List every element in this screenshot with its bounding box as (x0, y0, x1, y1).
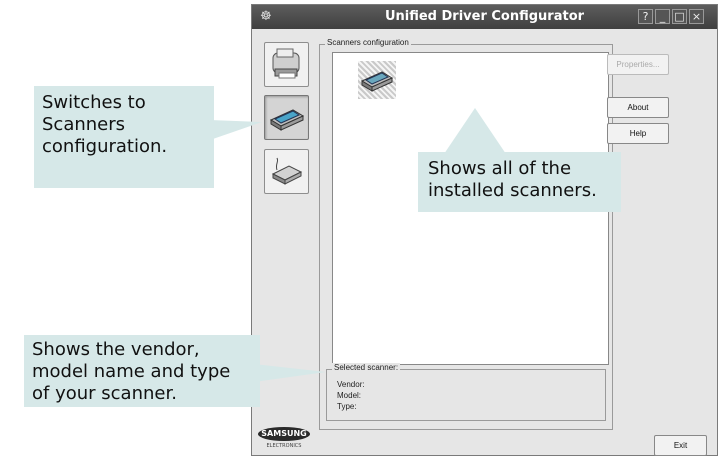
help-window-button[interactable]: ? (638, 9, 653, 24)
close-button[interactable]: × (689, 9, 704, 24)
exit-button[interactable]: Exit (654, 435, 707, 456)
sidebar-item-scanners[interactable] (264, 95, 309, 140)
vendor-label: Vendor: (337, 380, 365, 389)
logo-brand: SAMSUNG (258, 427, 310, 441)
info-callout-pointer (254, 364, 326, 382)
logo-sub: ELECTRONICS (266, 443, 302, 449)
callout-line: Scanners (42, 114, 126, 135)
title-bar: ☸ Unified Driver Configurator ? _ □ × (252, 5, 717, 29)
main-window: ☸ Unified Driver Configurator ? _ □ × Sc… (251, 4, 718, 456)
callout-line: configuration. (42, 136, 168, 157)
port-icon (271, 157, 303, 185)
list-callout-pointer (444, 108, 506, 154)
scanner-icon (360, 71, 394, 92)
selected-scanner-legend: Selected scanner: (332, 363, 401, 372)
callout-line: installed scanners. (428, 180, 597, 201)
info-callout: Shows the vendor, model name and type of… (24, 335, 260, 407)
selected-scanner-group: Selected scanner: Vendor: Model: Type: (326, 363, 606, 421)
callout-line: Switches to (42, 92, 146, 113)
callout-line: of your scanner. (32, 383, 177, 404)
sidebar-callout-pointer (210, 120, 262, 140)
callout-line: Shows all of the (428, 158, 572, 179)
sidebar-item-ports[interactable] (264, 149, 309, 194)
minimize-button[interactable]: _ (655, 9, 670, 24)
samsung-logo: SAMSUNG ELECTRONICS (258, 427, 310, 454)
maximize-button[interactable]: □ (672, 9, 687, 24)
callout-line: Shows the vendor, (32, 339, 200, 360)
type-label: Type: (337, 402, 357, 411)
scanner-icon (269, 109, 305, 131)
about-button[interactable]: About (607, 97, 669, 118)
help-button[interactable]: Help (607, 123, 669, 144)
sidebar-callout: Switches to Scanners configuration. (34, 86, 214, 188)
list-callout: Shows all of the installed scanners. (418, 152, 621, 212)
scanners-config-legend: Scanners configuration (325, 38, 411, 47)
properties-button[interactable]: Properties... (607, 54, 669, 75)
sidebar-item-printers[interactable] (264, 42, 309, 87)
callout-line: model name and type (32, 361, 231, 382)
printer-icon (272, 48, 300, 79)
model-label: Model: (337, 391, 362, 400)
list-item[interactable] (358, 61, 396, 99)
